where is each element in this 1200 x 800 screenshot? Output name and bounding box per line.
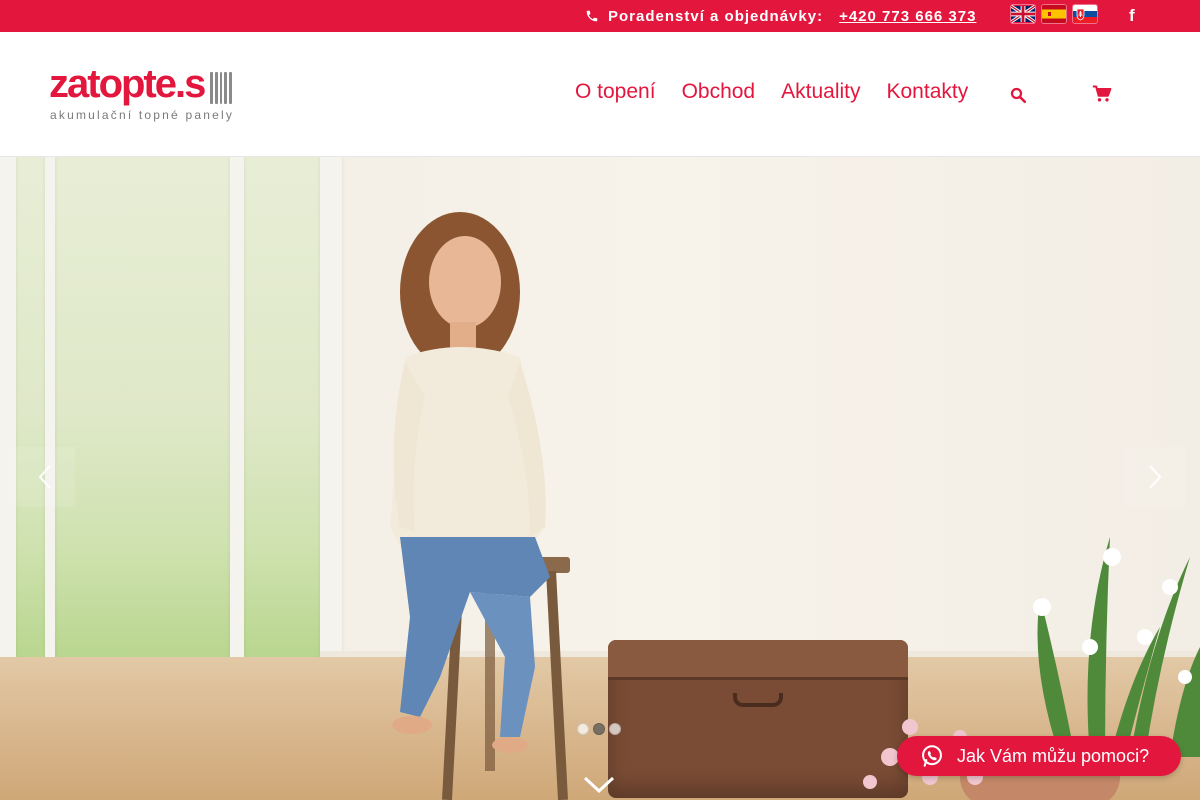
whatsapp-chat-label: Jak Vám můžu pomoci? xyxy=(957,745,1150,766)
contact-info: Poradenství a objednávky: +420 773 666 3… xyxy=(585,0,976,32)
chevron-right-icon xyxy=(1149,465,1162,489)
whatsapp-icon xyxy=(922,745,942,767)
search-icon[interactable] xyxy=(1009,86,1027,104)
slider-dot-1[interactable] xyxy=(577,723,589,735)
nav-item-o-topeni[interactable]: O topení xyxy=(575,80,656,104)
phone-icon xyxy=(586,10,598,22)
slider-dot-3[interactable] xyxy=(609,723,621,735)
language-switcher xyxy=(1011,5,1097,23)
top-bar: Poradenství a objednávky: +420 773 666 3… xyxy=(0,0,1200,32)
slider-prev-button[interactable] xyxy=(15,447,75,507)
nav-item-obchod[interactable]: Obchod xyxy=(682,80,756,104)
logo-tagline: akumulační topné panely xyxy=(50,108,235,122)
slider-dot-2[interactable] xyxy=(593,723,605,735)
cart-icon[interactable] xyxy=(1092,84,1112,104)
flag-spain-icon[interactable] xyxy=(1042,5,1066,23)
flag-slovakia-icon[interactable] xyxy=(1073,5,1097,23)
logo[interactable]: zatopte.s akumulační topné panely xyxy=(49,62,234,126)
site-header: zatopte.s akumulační topné panely O tope… xyxy=(0,32,1200,157)
slider-dots xyxy=(577,723,621,735)
flag-uk-icon[interactable] xyxy=(1011,5,1035,23)
phone-link[interactable]: +420 773 666 373 xyxy=(839,8,976,25)
whatsapp-chat-button[interactable]: Jak Vám můžu pomoci? xyxy=(897,736,1181,776)
chevron-down-icon[interactable] xyxy=(582,775,616,795)
radiator-icon xyxy=(210,72,232,104)
slider-next-button[interactable] xyxy=(1125,447,1185,507)
nav-item-kontakty[interactable]: Kontakty xyxy=(887,80,969,104)
hero-person xyxy=(390,212,550,753)
logo-wordmark: zatopte.s xyxy=(49,62,206,106)
chevron-left-icon xyxy=(38,465,51,489)
facebook-icon[interactable]: f xyxy=(1129,6,1135,26)
nav-item-aktuality[interactable]: Aktuality xyxy=(781,80,860,104)
main-nav: O topení Obchod Aktuality Kontakty xyxy=(575,80,994,104)
hero-slider xyxy=(0,157,1200,800)
contact-label: Poradenství a objednávky: xyxy=(608,7,824,25)
